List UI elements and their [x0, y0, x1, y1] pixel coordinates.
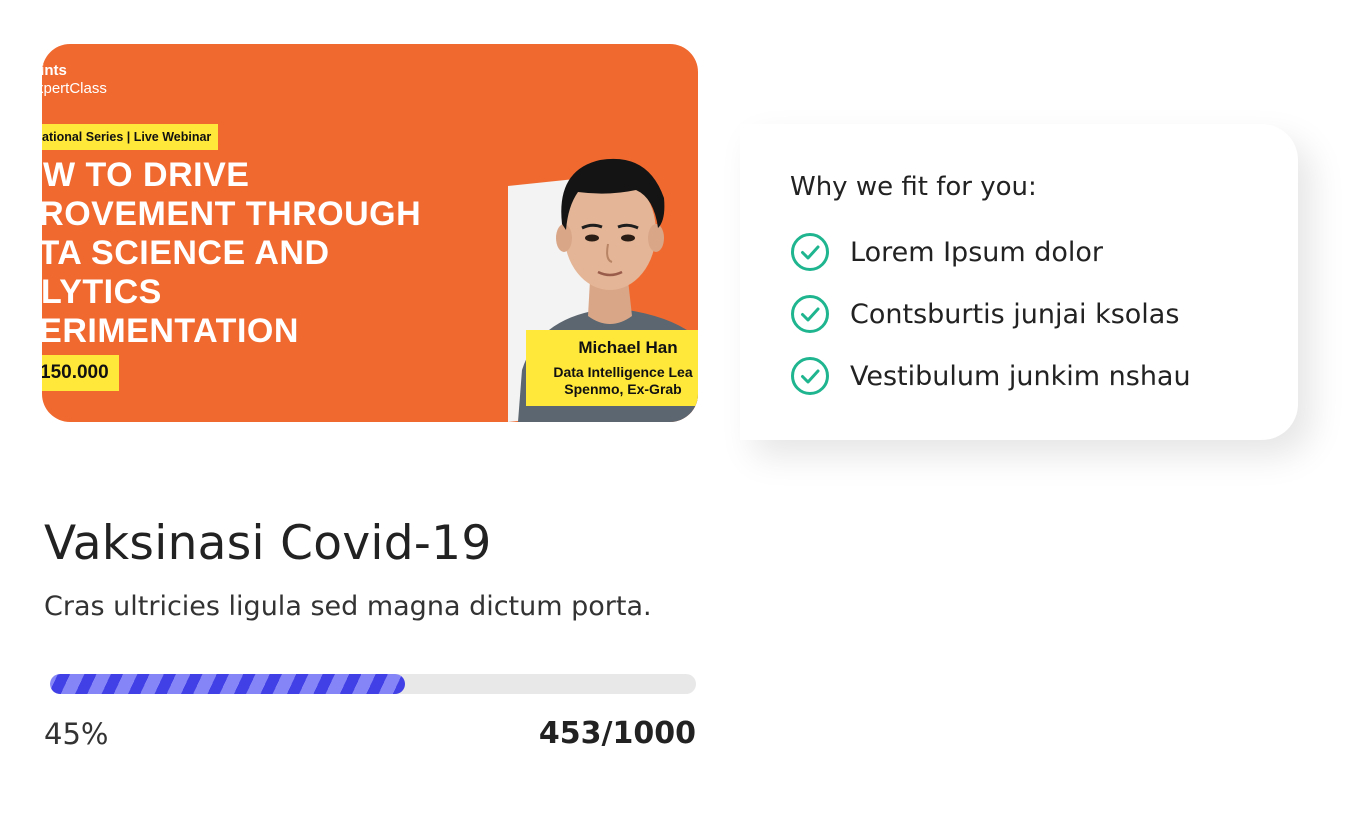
features-card: Why we fit for you: Lorem Ipsum dolor Co… — [740, 124, 1298, 440]
speaker-role: Data Intelligence Lea — [553, 364, 693, 380]
feature-label: Vestibulum junkim nshau — [850, 360, 1191, 392]
headline-line: PERIMENTATION — [42, 312, 299, 350]
feature-item: Contsburtis junjai ksolas — [790, 294, 1179, 334]
headline-line: OW TO DRIVE — [42, 156, 250, 194]
speaker-company: Spenmo, Ex-Grab — [564, 381, 682, 397]
course-description: Cras ultricies ligula sed magna dictum p… — [44, 591, 652, 622]
price-tag: 150.000 — [42, 355, 119, 391]
webinar-banner-image: lints xpertClass ational Series | Live W… — [42, 44, 698, 422]
speaker-card: Michael Han Data Intelligence Lea Spenmo… — [526, 330, 698, 406]
banner-headline: OW TO DRIVE PROVEMENT THROUGH ATA SCIENC… — [42, 156, 421, 351]
brand-line-1: lints — [42, 62, 67, 79]
progress-percent-label: 45% — [44, 717, 109, 751]
check-circle-icon — [791, 357, 829, 395]
progress-bar-fill — [50, 674, 406, 694]
feature-label: Contsburtis junjai ksolas — [850, 298, 1180, 330]
check-circle-icon — [791, 295, 829, 333]
feature-label: Lorem Ipsum dolor — [850, 236, 1104, 268]
speaker-name: Michael Han — [578, 338, 678, 357]
course-title: Vaksinasi Covid-19 — [44, 516, 492, 571]
progress-count-label: 453/1000 — [538, 716, 696, 751]
brand-logo: lints xpertClass — [42, 62, 107, 98]
headline-line: PROVEMENT THROUGH — [42, 195, 422, 233]
check-circle-icon — [791, 233, 829, 271]
features-title: Why we fit for you: — [790, 172, 1037, 202]
feature-item: Lorem Ipsum dolor — [790, 232, 1103, 272]
brand-line-2: xpertClass — [42, 80, 107, 97]
progress-bar — [50, 674, 696, 694]
headline-line: ATA SCIENCE AND — [42, 234, 330, 272]
feature-item: Vestibulum junkim nshau — [790, 356, 1191, 396]
headline-line: ALYTICS — [42, 273, 162, 311]
series-tag: ational Series | Live Webinar — [42, 124, 219, 150]
